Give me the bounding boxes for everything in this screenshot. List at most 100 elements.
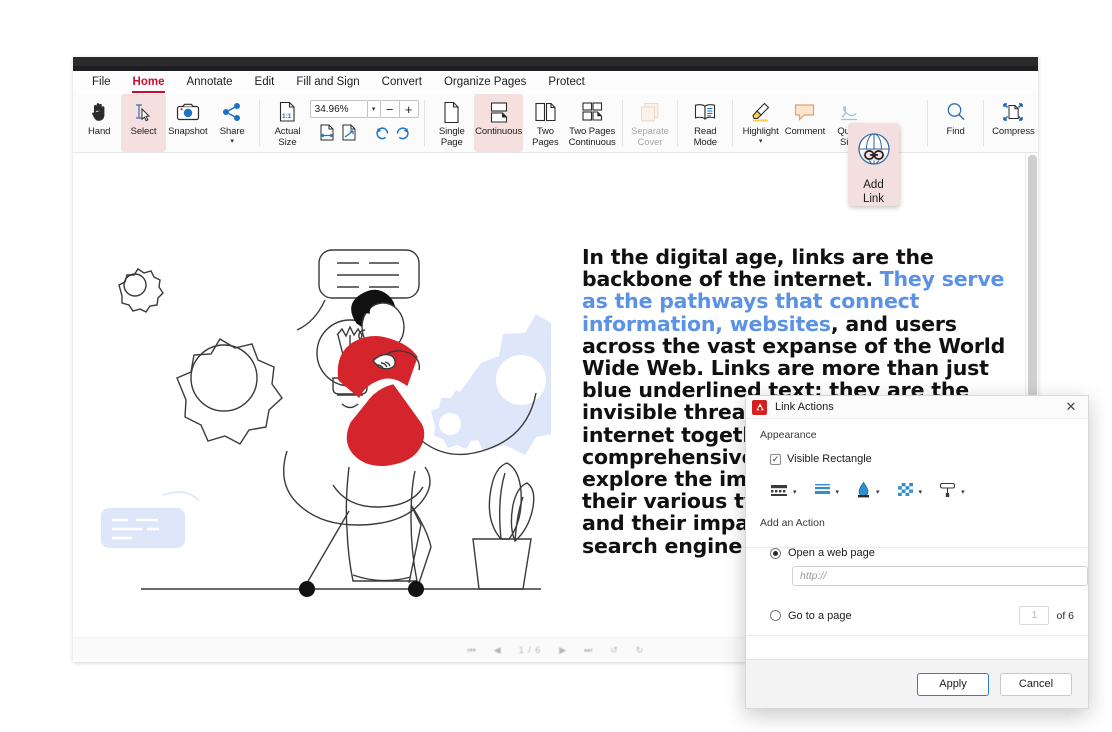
ribbon-separator [259, 100, 261, 146]
app-logo-icon [752, 399, 767, 415]
add-link-button[interactable]: Add Link [848, 123, 899, 206]
menu-label: Organize Pages [443, 76, 527, 88]
visible-rectangle-checkbox-row[interactable]: ✓ Visible Rectangle [770, 453, 1074, 465]
two-pages-continuous-label: Two Pages Continuous [568, 126, 616, 148]
close-icon[interactable]: ✕ [1060, 397, 1082, 417]
comment-button[interactable]: Comment [783, 94, 827, 152]
line-thickness-dropdown[interactable]: ▾ [814, 483, 839, 502]
hand-icon [89, 99, 109, 125]
menu-item-edit[interactable]: Edit [244, 74, 286, 91]
signature-icon [838, 99, 860, 125]
compress-button[interactable]: Compress [989, 94, 1038, 152]
actual-size-line1: Actual [274, 126, 301, 137]
line-thickness-icon [814, 483, 831, 502]
zoom-level-value: 34.96% [314, 103, 349, 115]
two-pages-label: Two Pages [532, 126, 559, 148]
open-web-page-radio[interactable] [770, 547, 781, 559]
separate-cover-icon [639, 99, 661, 125]
ribbon-separator [423, 100, 425, 146]
menu-label: Protect [548, 76, 585, 88]
actual-size-line2: Size [278, 136, 297, 148]
single-page-label: Single Page [439, 126, 465, 148]
zoom-controls: 34.96% ▾ − + [309, 94, 419, 152]
fill-color-dropdown[interactable]: ▾ [897, 482, 922, 502]
actual-size-button[interactable]: 1:1 Actual Size [265, 94, 309, 152]
go-to-page-radio[interactable] [770, 610, 781, 621]
line-color-icon [856, 481, 871, 503]
next-page-button[interactable]: ▶ [559, 645, 566, 656]
rotate-counterclockwise-button[interactable]: ↺ [610, 645, 618, 656]
page-number-input[interactable]: 1 [1019, 606, 1050, 625]
single-page-button[interactable]: Single Page [430, 94, 474, 152]
fit-page-button[interactable] [340, 123, 359, 147]
ribbon-separator [677, 100, 679, 146]
go-to-page-radio-row[interactable]: Go to a page 1 of 6 [770, 606, 1074, 625]
menu-item-protect[interactable]: Protect [537, 74, 595, 91]
hand-tool-button[interactable]: Hand [77, 94, 121, 152]
chevron-down-icon[interactable]: ▾ [759, 138, 763, 145]
zoom-level-input[interactable]: 34.96% [309, 100, 368, 118]
dialog-title: Link Actions [775, 401, 834, 413]
menu-label: Convert [381, 76, 422, 88]
comment-label: Comment [784, 126, 826, 137]
two-pages-button[interactable]: Two Pages [523, 94, 567, 152]
ribbon-separator [732, 100, 734, 146]
menu-item-fill-and-sign[interactable]: Fill and Sign [285, 74, 370, 91]
add-link-icon [854, 130, 894, 175]
cancel-button[interactable]: Cancel [1000, 672, 1072, 696]
select-tool-button[interactable]: Select [121, 94, 166, 152]
menu-label: Edit [254, 76, 275, 88]
menu-item-home[interactable]: Home [122, 74, 176, 93]
read-mode-label: Read Mode [694, 126, 717, 148]
zoom-out-button[interactable]: − [380, 100, 400, 118]
single-page-line2: Page [440, 136, 463, 148]
find-button[interactable]: Find [933, 94, 977, 152]
zoom-in-button[interactable]: + [399, 100, 419, 118]
menu-item-annotate[interactable]: Annotate [175, 74, 243, 91]
share-button[interactable]: Share ▾ [210, 94, 254, 152]
rotate-counterclockwise-button[interactable] [374, 124, 391, 146]
open-web-page-radio-row[interactable]: Open a web page [770, 547, 1074, 559]
chevron-down-icon: ▾ [961, 489, 965, 496]
border-style-dropdown[interactable]: ▾ [770, 483, 797, 502]
continuous-button[interactable]: Continuous [473, 94, 524, 152]
select-cursor-icon [132, 99, 154, 125]
last-page-button[interactable]: ⏭ [584, 645, 592, 656]
share-label: Share [219, 126, 245, 137]
tpc-line2: Continuous [568, 136, 616, 148]
actual-size-icon: 1:1 [278, 99, 296, 125]
compress-icon [1001, 99, 1025, 125]
first-page-button[interactable]: ⏮ [468, 645, 476, 656]
camera-icon [176, 99, 200, 125]
zoom-dropdown-button[interactable]: ▾ [367, 100, 381, 118]
visible-rectangle-checkbox[interactable]: ✓ [770, 453, 781, 465]
separate-cover-label: Separate Cover [631, 126, 669, 148]
two-pages-continuous-button[interactable]: Two Pages Continuous [568, 94, 617, 152]
chevron-down-icon: ▾ [371, 106, 376, 113]
title-bar-strip [73, 66, 1038, 71]
line-color-dropdown[interactable]: ▾ [856, 481, 880, 503]
menu-item-file[interactable]: File [81, 74, 122, 91]
rm-line1: Read [694, 126, 717, 137]
previous-page-button[interactable]: ◀ [494, 645, 501, 656]
fit-width-button[interactable] [318, 123, 337, 147]
chevron-down-icon[interactable]: ▾ [230, 138, 234, 145]
highlight-style-dropdown[interactable]: ▾ [939, 482, 965, 503]
separate-cover-button[interactable]: Separate Cover [628, 94, 672, 152]
highlight-button[interactable]: Highlight ▾ [738, 94, 782, 152]
rotate-clockwise-button[interactable] [394, 124, 411, 146]
border-style-icon [770, 483, 788, 502]
apply-button[interactable]: Apply [917, 672, 989, 696]
rotate-clockwise-button[interactable]: ↻ [636, 645, 644, 656]
chevron-down-icon: ▾ [793, 489, 797, 496]
tpc-line1: Two Pages [569, 126, 616, 137]
url-input[interactable]: http:// [792, 566, 1088, 586]
snapshot-button[interactable]: Snapshot [166, 94, 210, 152]
ribbon-separator [927, 100, 929, 146]
add-link-line2: Link [862, 193, 885, 205]
menu-item-organize-pages[interactable]: Organize Pages [433, 74, 537, 91]
menu-label: File [92, 76, 111, 88]
scrollbar-thumb[interactable] [1028, 155, 1037, 413]
menu-item-convert[interactable]: Convert [371, 74, 433, 91]
read-mode-button[interactable]: Read Mode [683, 94, 727, 152]
